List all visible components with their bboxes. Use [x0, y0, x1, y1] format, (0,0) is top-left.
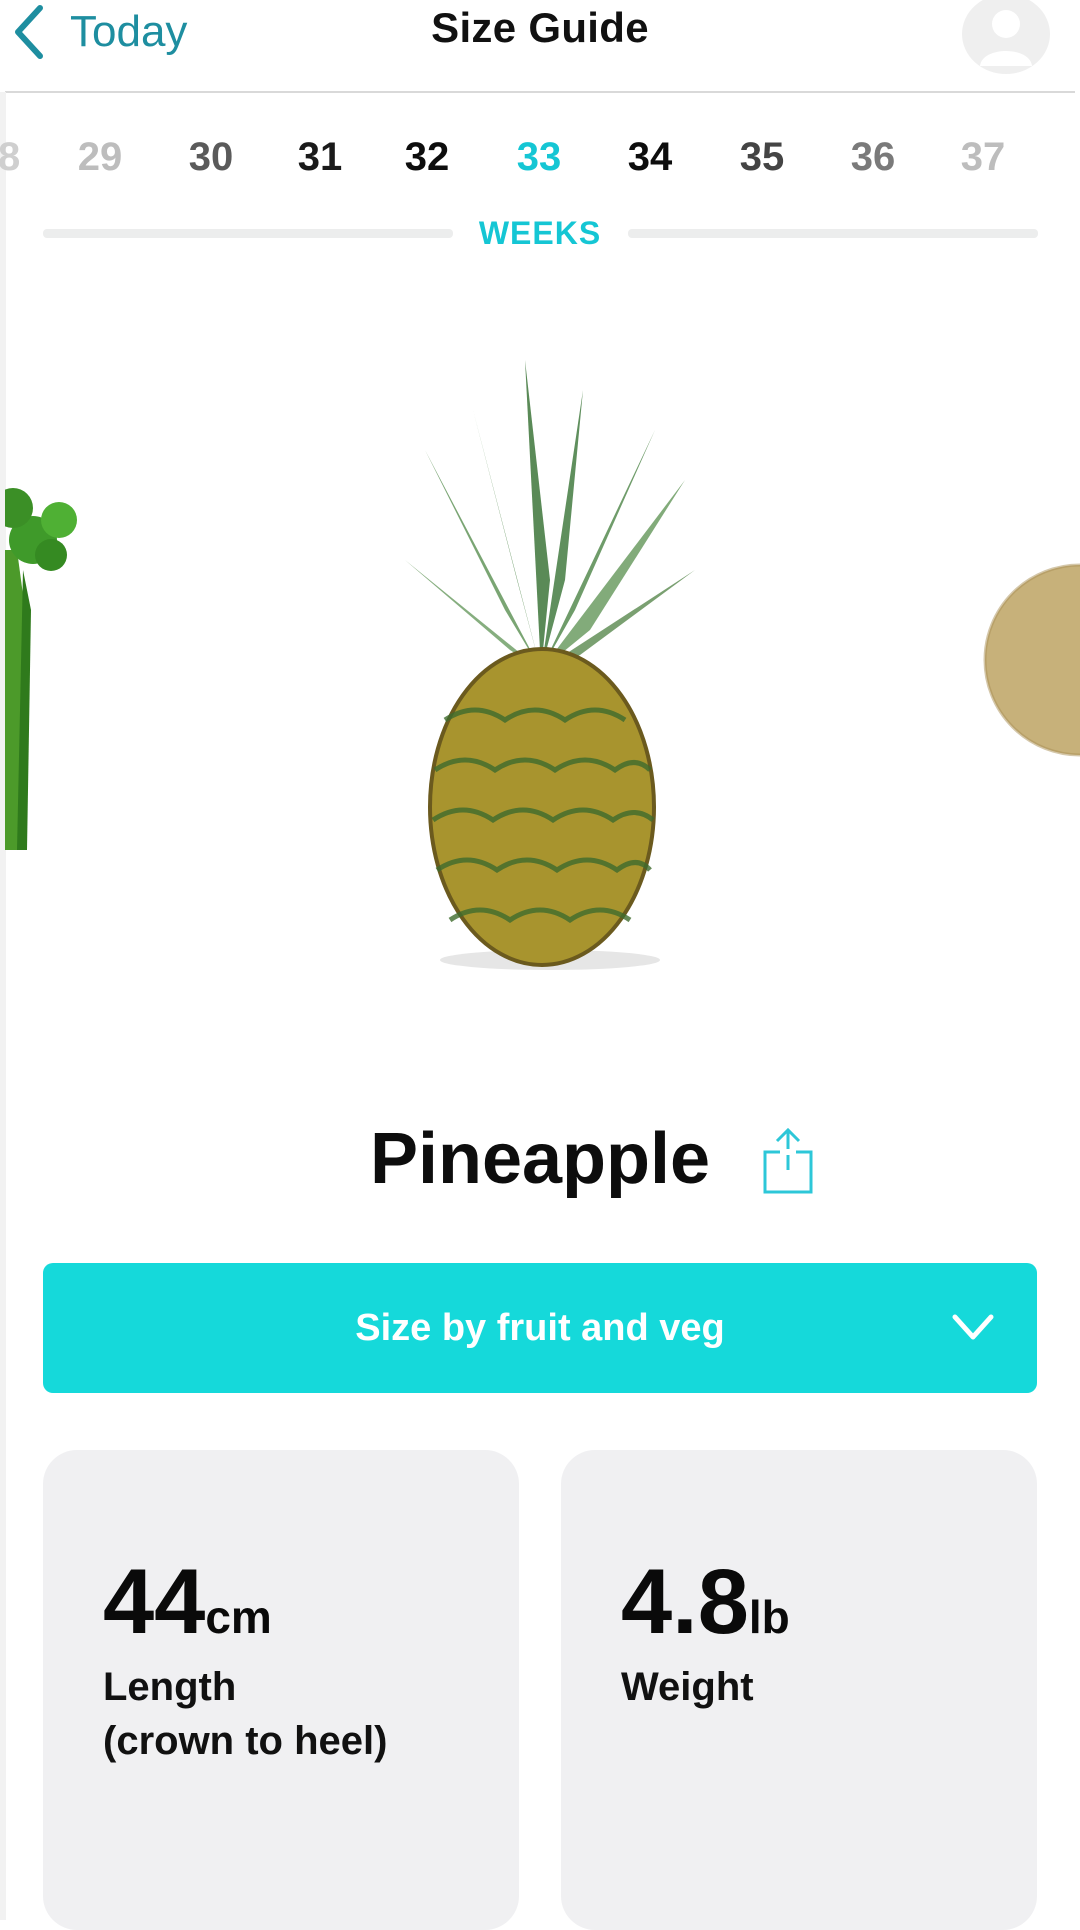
weight-label-line1: Weight: [621, 1665, 754, 1709]
weight-card: 4.8lb Weight: [561, 1450, 1037, 1930]
length-label-line2: (crown to heel): [103, 1719, 388, 1763]
weight-unit: lb: [748, 1591, 790, 1643]
weeks-label: WEEKS: [478, 215, 602, 251]
fruit-carousel[interactable]: [5, 250, 1080, 1070]
week-28[interactable]: 28: [0, 135, 43, 180]
weight-value: 4.8lb: [621, 1550, 790, 1655]
week-36[interactable]: 36: [828, 135, 918, 180]
weight-number: 4.8: [621, 1551, 749, 1653]
weight-label: Weight: [621, 1660, 754, 1714]
celery-image: [5, 488, 77, 850]
week-29[interactable]: 29: [55, 135, 145, 180]
fruit-name: Pineapple: [369, 1119, 711, 1199]
week-30[interactable]: 30: [166, 135, 256, 180]
pineapple-image: [405, 360, 695, 970]
top-bar: Today Size Guide: [0, 0, 1080, 92]
share-icon[interactable]: [762, 1126, 814, 1196]
week-35[interactable]: 35: [717, 135, 807, 180]
length-card: 44cm Length (crown to heel): [43, 1450, 519, 1930]
size-type-dropdown[interactable]: Size by fruit and veg: [43, 1263, 1037, 1393]
week-picker[interactable]: 28 29 30 31 32 33 34 35 36 37: [0, 135, 1080, 205]
chevron-down-icon: [952, 1314, 994, 1340]
week-33-selected[interactable]: 33: [494, 135, 584, 180]
week-32[interactable]: 32: [382, 135, 472, 180]
week-37[interactable]: 37: [938, 135, 1028, 180]
fruit-title-row: Pineapple: [0, 1118, 1080, 1208]
melon-image: [983, 563, 1080, 757]
user-icon: [980, 10, 1032, 66]
length-label-line1: Length: [103, 1665, 237, 1709]
header-divider: [5, 91, 1075, 93]
week-34[interactable]: 34: [605, 135, 695, 180]
size-type-label: Size by fruit and veg: [355, 1307, 725, 1349]
length-value: 44cm: [103, 1550, 272, 1655]
profile-avatar[interactable]: [962, 0, 1050, 74]
length-label: Length (crown to heel): [103, 1660, 387, 1768]
length-number: 44: [103, 1551, 206, 1653]
week-31[interactable]: 31: [275, 135, 365, 180]
page-title: Size Guide: [431, 4, 649, 51]
length-unit: cm: [205, 1591, 272, 1643]
